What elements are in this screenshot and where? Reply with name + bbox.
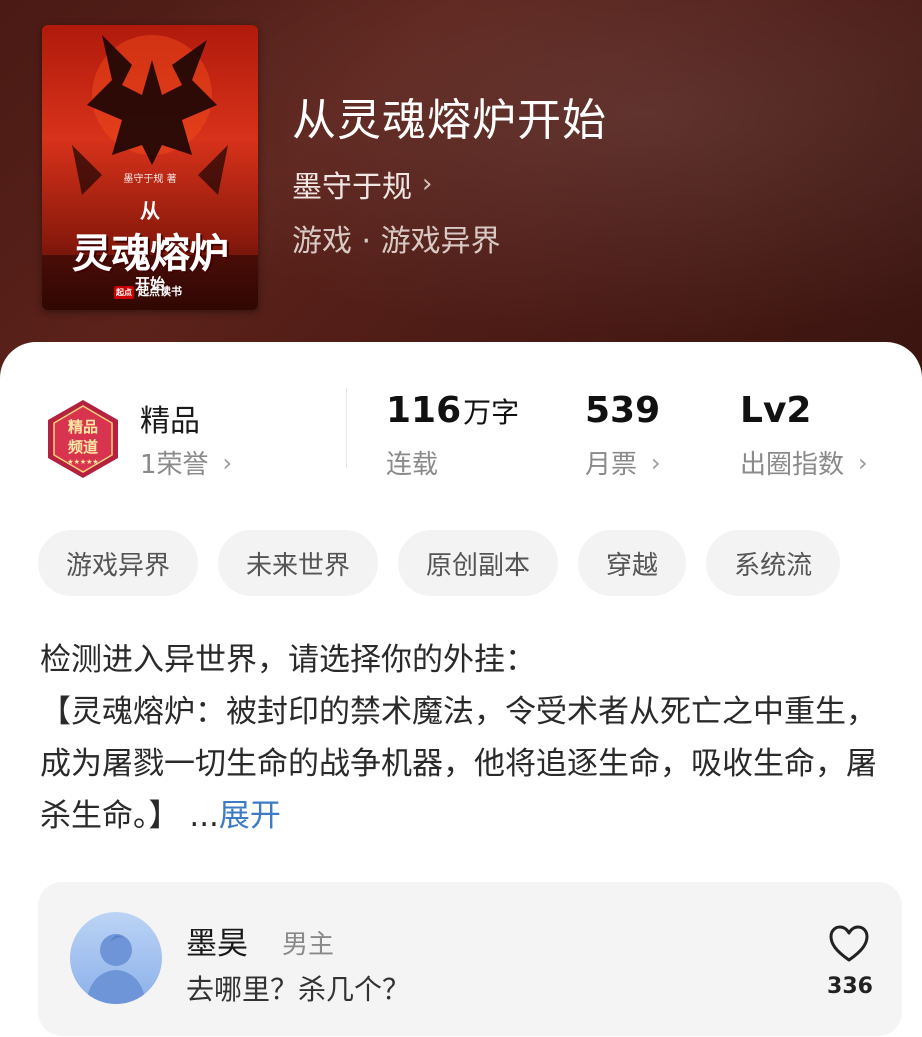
badge-stars: ★★★★★ — [67, 458, 98, 466]
book-title: 从灵魂熔炉开始 — [292, 95, 607, 146]
author-link[interactable]: 墨守于规 › — [292, 162, 432, 206]
badge-text-top: 精品 — [68, 418, 98, 436]
chevron-right-icon: › — [858, 448, 868, 477]
word-count-unit: 万字 — [463, 396, 520, 429]
honor-count: 1荣誉 — [140, 450, 209, 480]
character-card[interactable] — [38, 882, 902, 1036]
like-count: 336 — [827, 974, 873, 999]
cover-title-line1: 从 — [140, 199, 160, 223]
tag-chip[interactable]: 系统流 — [706, 530, 841, 596]
monthly-votes-label: 月票 — [585, 450, 638, 480]
tag-chip[interactable]: 原创副本 — [398, 530, 559, 596]
chevron-right-icon: › — [651, 448, 661, 477]
cover-publisher: 起点 起点读书 — [114, 283, 182, 299]
tag-chip[interactable]: 游戏异界 — [38, 530, 199, 596]
description-body: 【灵魂熔炉：被封印的禁术魔法，令受术者从死亡之中重生，成为屠戮一切生命的战争机器… — [40, 686, 890, 842]
description-ellipsis: ... — [179, 798, 219, 834]
popularity-level: Lv2 — [740, 390, 811, 431]
popularity-index-link[interactable]: 出圈指数 › — [740, 444, 868, 481]
chevron-right-icon: › — [222, 448, 233, 477]
character-role: 男主 — [282, 930, 335, 960]
publisher-name: 起点读书 — [138, 285, 182, 298]
badge-label: 精品 — [140, 404, 200, 439]
popularity-index-label: 出圈指数 — [740, 450, 845, 480]
silhouette-avatar-icon[interactable] — [70, 912, 162, 1004]
description-line2: 【灵魂熔炉：被封印的禁术魔法，令受术者从死亡之中重生，成为屠戮一切生命的战争机器… — [40, 694, 877, 834]
premium-channel-badge-icon[interactable]: 精品 频道 ★★★★★ — [42, 398, 124, 480]
badge-text-bottom: 频道 — [68, 438, 98, 456]
character-quote: 去哪里？杀几个？ — [186, 973, 411, 1006]
tag-list: 游戏异界 未来世界 原创副本 穿越 系统流 — [38, 530, 841, 596]
expand-link[interactable]: 展开 — [219, 798, 281, 834]
chevron-right-icon: › — [422, 169, 433, 199]
stats-divider — [346, 388, 347, 468]
character-name: 墨昊 — [186, 926, 248, 962]
word-count-value: 116 — [386, 390, 462, 431]
description-line1: 检测进入异世界，请选择你的外挂： — [40, 642, 536, 678]
cover-title-line2: 灵魂熔炉 — [72, 231, 229, 277]
word-count: 116 万字 — [386, 390, 519, 431]
heart-outline-icon[interactable] — [828, 924, 870, 964]
cover-author-credit: 墨守于规 著 — [123, 174, 177, 185]
serial-status: 连载 — [386, 444, 438, 481]
book-genre: 游戏 · 游戏异界 — [292, 224, 501, 259]
popularity-level-value: Lv2 — [740, 390, 812, 431]
monthly-votes: 539 — [585, 390, 660, 431]
tag-chip[interactable]: 穿越 — [578, 530, 687, 596]
monthly-votes-link[interactable]: 月票 › — [585, 444, 661, 481]
book-cover[interactable]: 墨守于规 著 从 灵魂熔炉 开始 起点 起点读书 — [42, 25, 258, 310]
honor-link[interactable]: 1荣誉 › — [140, 444, 232, 481]
publisher-badge: 起点 — [114, 286, 134, 299]
serial-status-label: 连载 — [386, 450, 439, 480]
tag-chip[interactable]: 未来世界 — [218, 530, 379, 596]
monthly-votes-value: 539 — [585, 390, 661, 431]
author-name: 墨守于规 — [292, 170, 412, 205]
book-description: 检测进入异世界，请选择你的外挂： 【灵魂熔炉：被封印的禁术魔法，令受术者从死亡之… — [40, 634, 890, 842]
